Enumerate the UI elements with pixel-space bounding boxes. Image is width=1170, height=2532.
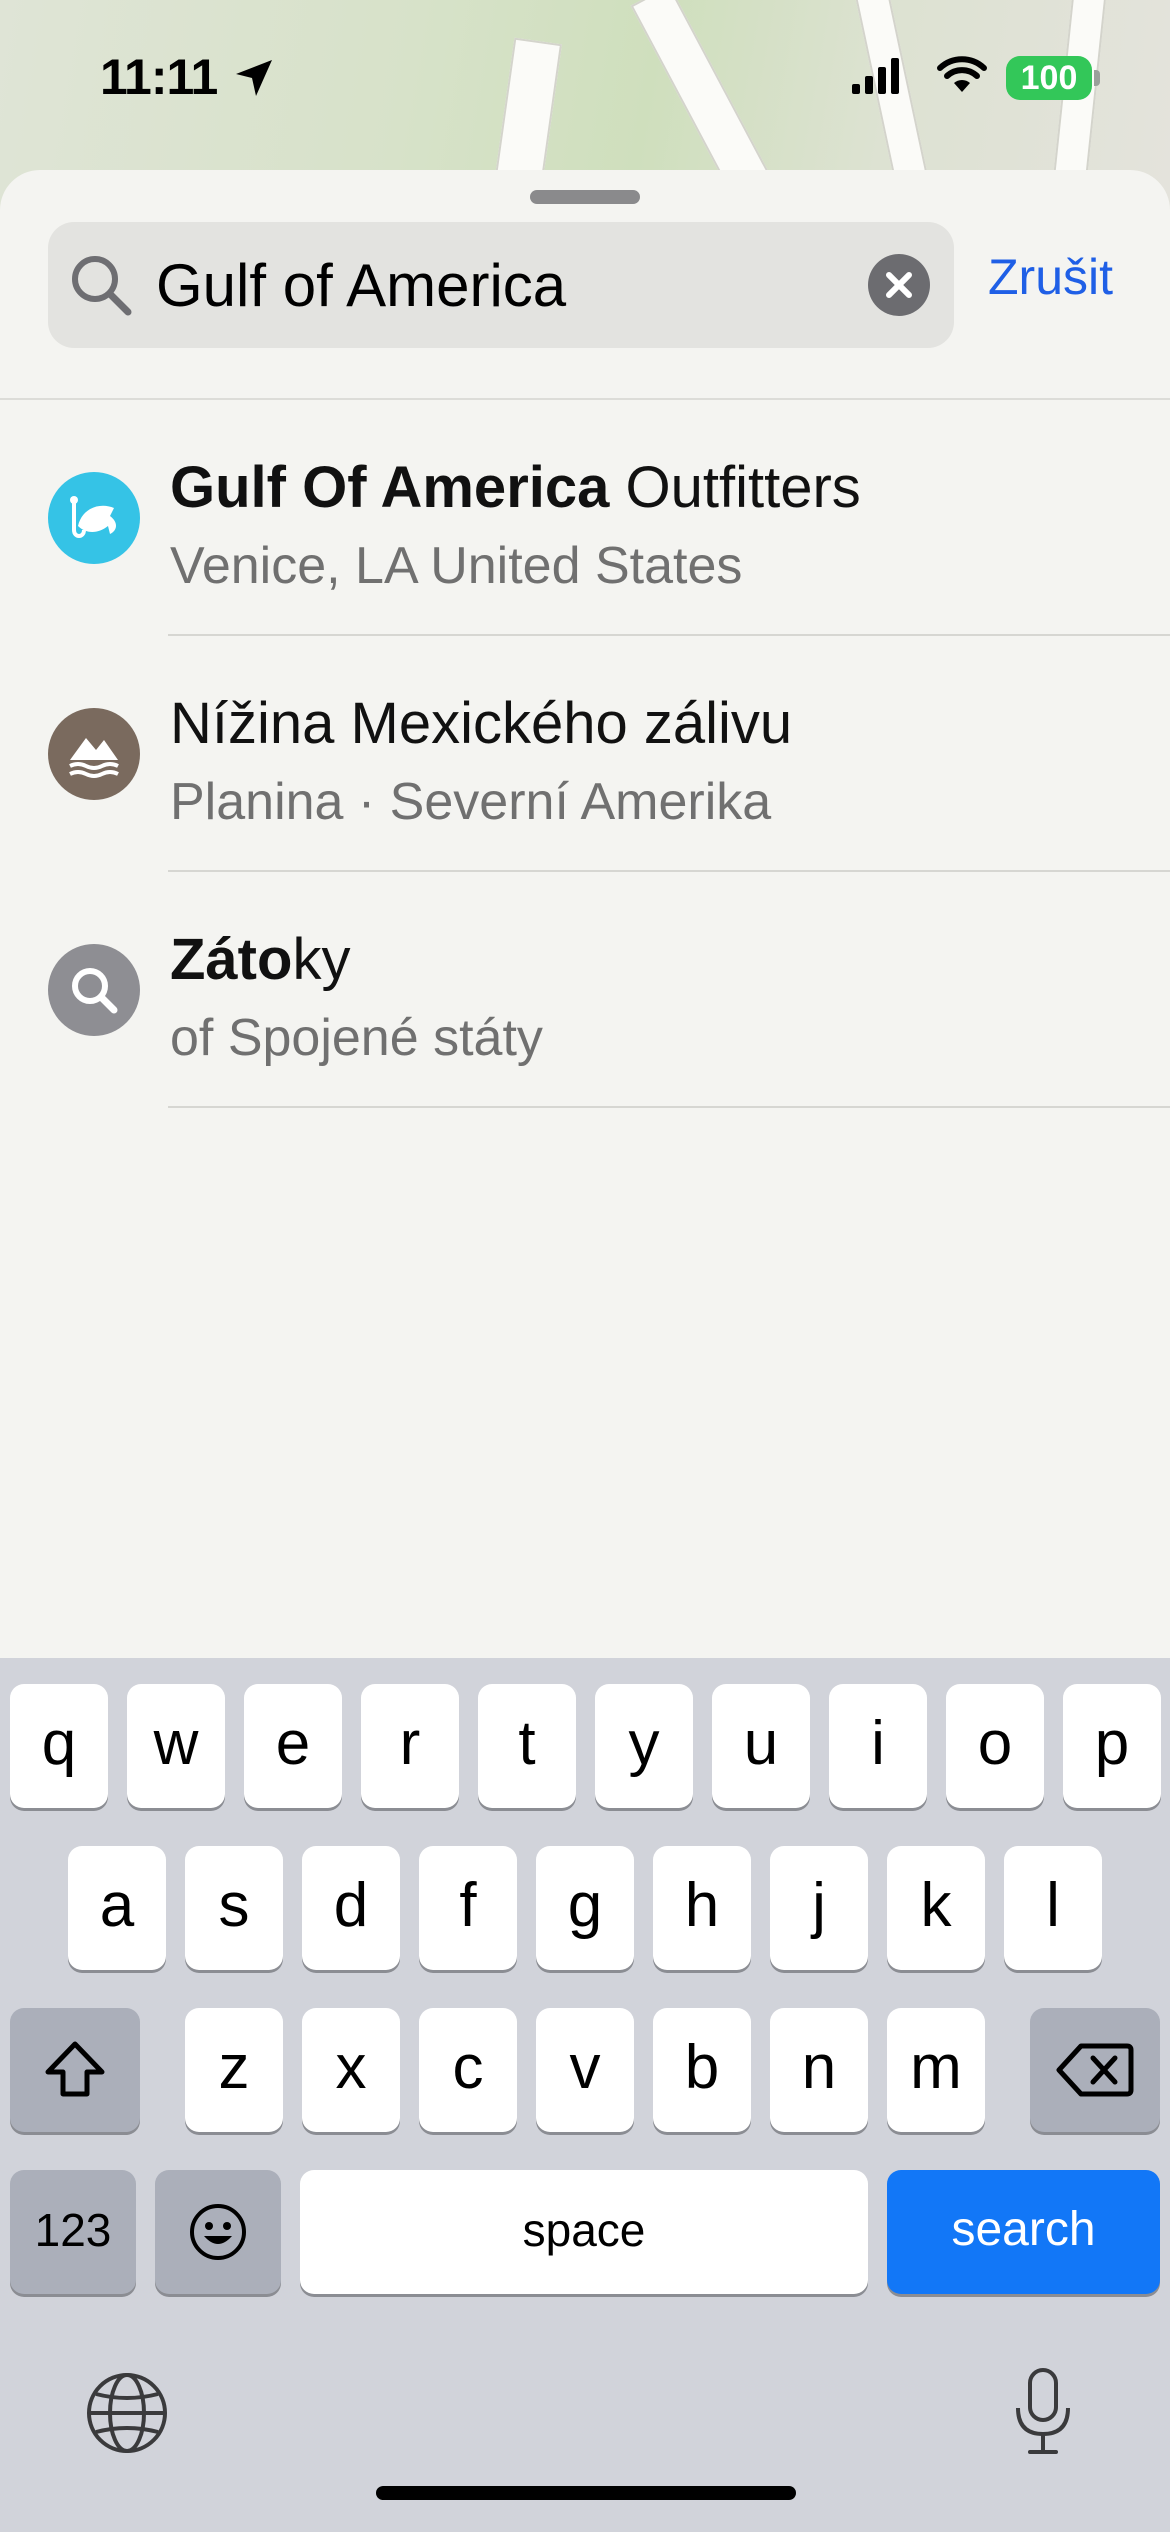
key-y[interactable]: y <box>595 1684 693 1808</box>
key-e[interactable]: e <box>244 1684 342 1808</box>
key-c[interactable]: c <box>419 2008 517 2132</box>
key-k[interactable]: k <box>887 1846 985 1970</box>
search-result-item[interactable]: Nížina Mexického zálivu Planina · Severn… <box>0 636 1170 872</box>
key-r[interactable]: r <box>361 1684 459 1808</box>
search-result-item[interactable]: Gulf Of America Outfitters Venice, LA Un… <box>0 400 1170 636</box>
search-input[interactable] <box>156 240 896 330</box>
search-icon <box>72 256 132 316</box>
sheet-grabber[interactable] <box>530 190 640 204</box>
key-u[interactable]: u <box>712 1684 810 1808</box>
location-arrow-icon <box>236 60 272 96</box>
key-m[interactable]: m <box>887 2008 985 2132</box>
key-w[interactable]: w <box>127 1684 225 1808</box>
result-subtitle: Venice, LA United States <box>170 537 743 595</box>
key-z[interactable]: z <box>185 2008 283 2132</box>
search-key[interactable]: search <box>887 2170 1160 2294</box>
key-f[interactable]: f <box>419 1846 517 1970</box>
key-g[interactable]: g <box>536 1846 634 1970</box>
key-b[interactable]: b <box>653 2008 751 2132</box>
key-h[interactable]: h <box>653 1846 751 1970</box>
key-q[interactable]: q <box>10 1684 108 1808</box>
battery-indicator: 100 <box>1006 56 1092 100</box>
key-x[interactable]: x <box>302 2008 400 2132</box>
backspace-icon <box>1056 2043 1134 2097</box>
key-v[interactable]: v <box>536 2008 634 2132</box>
numbers-key[interactable]: 123 <box>10 2170 136 2294</box>
home-indicator[interactable] <box>376 2486 796 2500</box>
microphone-icon[interactable] <box>1008 2364 1078 2460</box>
key-n[interactable]: n <box>770 2008 868 2132</box>
wifi-icon <box>937 56 987 92</box>
clear-search-button[interactable] <box>868 254 930 316</box>
fishing-icon <box>48 472 140 564</box>
key-j[interactable]: j <box>770 1846 868 1970</box>
result-title: Nížina Mexického zálivu <box>170 691 793 756</box>
key-d[interactable]: d <box>302 1846 400 1970</box>
result-subtitle: Planina · Severní Amerika <box>170 773 772 831</box>
shift-icon <box>45 2041 105 2097</box>
search-icon <box>48 944 140 1036</box>
cancel-button[interactable]: Zrušit <box>988 248 1113 306</box>
result-title: Gulf Of America Outfitters <box>170 455 861 520</box>
battery-tip <box>1094 70 1100 86</box>
close-icon <box>886 272 912 298</box>
search-field[interactable] <box>48 222 954 348</box>
space-key[interactable]: space <box>300 2170 868 2294</box>
emoji-key[interactable] <box>155 2170 281 2294</box>
divider <box>168 1106 1170 1108</box>
key-i[interactable]: i <box>829 1684 927 1808</box>
delete-key[interactable] <box>1030 2008 1160 2132</box>
status-time: 11:11 <box>100 49 218 105</box>
cellular-signal-icon <box>852 58 899 94</box>
landscape-icon <box>48 708 140 800</box>
key-a[interactable]: a <box>68 1846 166 1970</box>
shift-key[interactable] <box>10 2008 140 2132</box>
key-t[interactable]: t <box>478 1684 576 1808</box>
key-s[interactable]: s <box>185 1846 283 1970</box>
result-title: Zátoky <box>170 927 351 992</box>
key-o[interactable]: o <box>946 1684 1044 1808</box>
search-result-item[interactable]: Zátoky of Spojené státy <box>0 872 1170 1108</box>
globe-icon[interactable] <box>82 2368 172 2458</box>
emoji-icon <box>190 2204 246 2260</box>
key-l[interactable]: l <box>1004 1846 1102 1970</box>
key-p[interactable]: p <box>1063 1684 1161 1808</box>
result-subtitle: of Spojené státy <box>170 1009 543 1067</box>
